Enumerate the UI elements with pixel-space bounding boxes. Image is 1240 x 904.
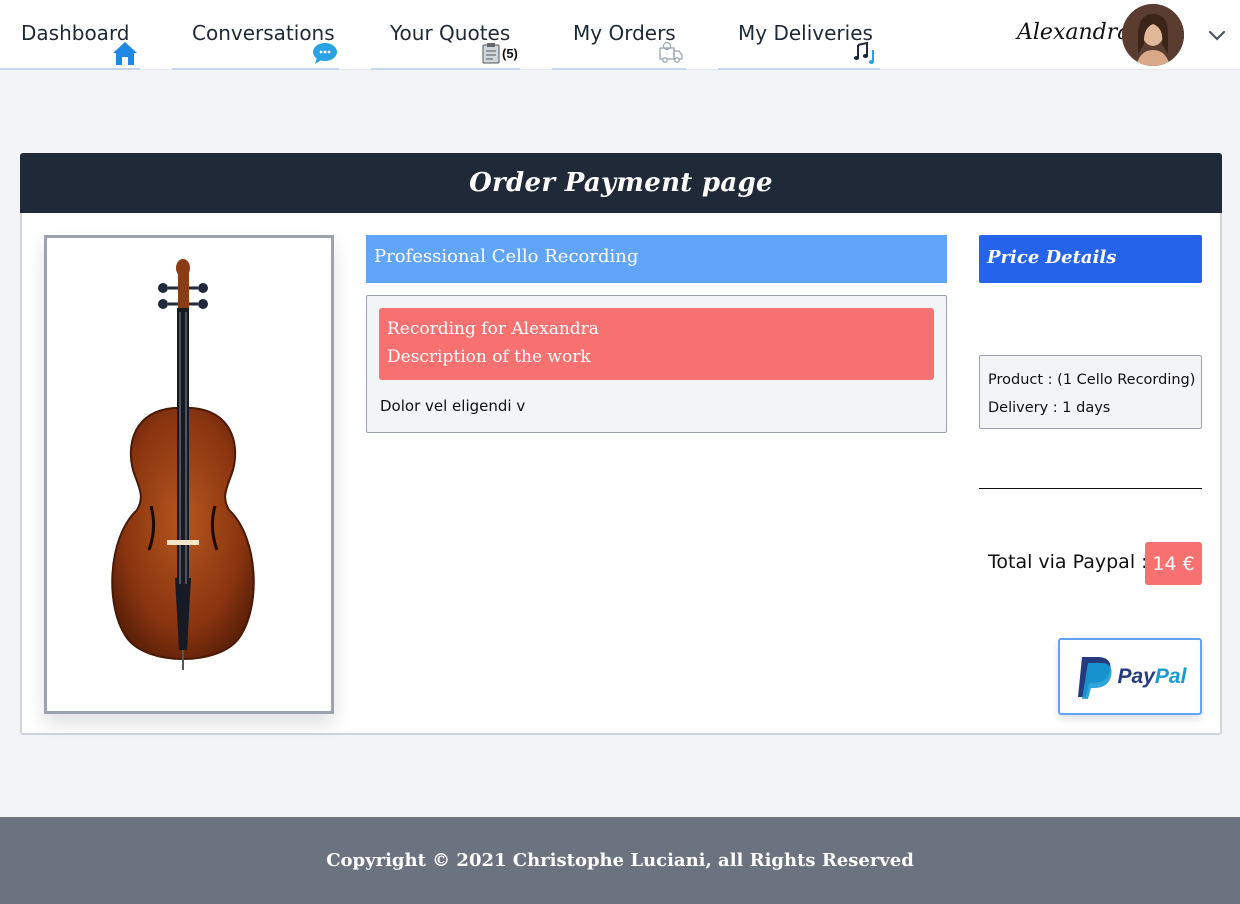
top-navigation: Dashboard Conversations Your Quotes (5) … <box>0 0 1240 70</box>
description-body: Dolor vel eligendi v <box>380 397 526 415</box>
price-delivery: Delivery : 1 days <box>988 400 1111 416</box>
service-title: Professional Cello Recording <box>366 235 947 283</box>
order-payment-card: Order Payment page Professional Cello Re… <box>20 153 1222 735</box>
nav-item-my-orders[interactable]: My Orders <box>552 0 686 70</box>
avatar[interactable] <box>1122 4 1184 66</box>
description-recipient: Recording for Alexandra <box>387 319 599 339</box>
price-details-header: Price Details <box>979 235 1202 283</box>
description-box: Recording for Alexandra Description of t… <box>366 295 947 433</box>
chat-bubble-icon <box>313 43 337 64</box>
price-product: Product : (1 Cello Recording) <box>988 372 1196 388</box>
nav-item-your-quotes[interactable]: Your Quotes (5) <box>371 0 520 70</box>
delivery-truck-icon <box>659 41 683 63</box>
chevron-down-icon[interactable] <box>1206 24 1228 46</box>
footer: Copyright © 2021 Christophe Luciani, all… <box>0 817 1240 904</box>
description-header: Recording for Alexandra Description of t… <box>379 308 934 380</box>
price-divider <box>979 488 1202 489</box>
home-icon <box>113 42 137 65</box>
product-image <box>44 235 334 714</box>
description-title: Description of the work <box>387 347 591 367</box>
nav-item-dashboard[interactable]: Dashboard <box>0 0 140 70</box>
nav-item-my-deliveries[interactable]: My Deliveries <box>718 0 880 70</box>
quotes-count-badge: (5) <box>502 46 518 61</box>
copyright-text: Copyright © 2021 Christophe Luciani, all… <box>326 850 914 871</box>
price-details-box: Product : (1 Cello Recording) Delivery :… <box>979 355 1202 429</box>
user-name: Alexandra <box>1017 20 1131 45</box>
total-label: Total via Paypal : <box>988 551 1148 573</box>
clipboard-icon <box>482 43 500 64</box>
card-header: Order Payment page <box>20 153 1222 213</box>
paypal-wordmark: PayPal <box>1117 664 1187 688</box>
nav-item-conversations[interactable]: Conversations <box>172 0 339 70</box>
total-value-badge: 14 € <box>1145 542 1202 585</box>
cello-image <box>111 259 255 670</box>
page-title: Order Payment page <box>469 168 773 198</box>
paypal-button[interactable]: PayPal <box>1058 638 1202 715</box>
paypal-logo-icon <box>1077 656 1112 699</box>
music-notes-icon <box>853 41 875 64</box>
